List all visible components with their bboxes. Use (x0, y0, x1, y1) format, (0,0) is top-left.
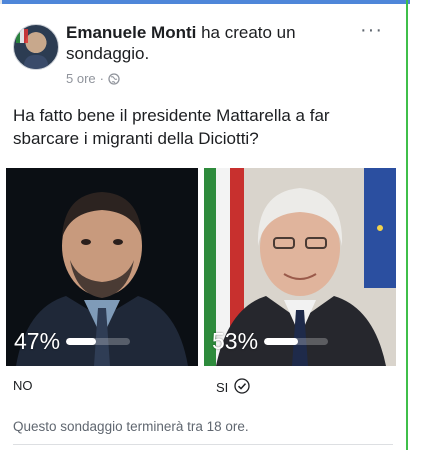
post-timestamp[interactable]: 5 ore (66, 71, 96, 86)
more-options-icon[interactable]: ··· (360, 20, 383, 40)
poll-option-si-label[interactable]: SI (216, 378, 250, 397)
avatar-flag-detail (16, 29, 28, 43)
check-circle-icon (234, 378, 250, 397)
poll-option-no-bar-fill (66, 338, 97, 345)
author-name-link[interactable]: Emanuele Monti (66, 23, 196, 42)
post-header: Emanuele Monti ha creato un sondaggio. (66, 22, 356, 64)
poll-option-no-bar (66, 338, 131, 345)
right-frame-edge (406, 0, 408, 450)
globe-icon (108, 72, 120, 85)
poll-option-no-label[interactable]: NO (13, 378, 33, 393)
post-meta: 5 ore · (66, 71, 120, 86)
poll-option-si-image[interactable]: 53% (204, 168, 396, 366)
poll-option-si-percent: 53% (212, 328, 259, 354)
author-avatar[interactable] (13, 24, 59, 70)
poll-option-si-bar (264, 338, 329, 345)
poll-option-no-percent: 47% (14, 328, 61, 354)
poll-question: Ha fatto bene il presidente Mattarella a… (13, 106, 330, 148)
poll-option-no-text: NO (13, 378, 33, 393)
avatar-shirt-detail (24, 55, 48, 69)
poll-option-no-result: 47% (14, 328, 131, 355)
poll-option-si-bar-fill (264, 338, 298, 345)
poll-option-si-text: SI (216, 380, 229, 395)
meta-separator: · (99, 71, 104, 86)
card-divider (13, 444, 393, 445)
poll-end-notice: Questo sondaggio terminerà tra 18 ore. (13, 419, 249, 434)
poll-post-card: Emanuele Monti ha creato un sondaggio. 5… (0, 4, 406, 450)
poll-option-si-result: 53% (212, 328, 329, 355)
poll-option-no-image[interactable]: 47% (6, 168, 198, 366)
